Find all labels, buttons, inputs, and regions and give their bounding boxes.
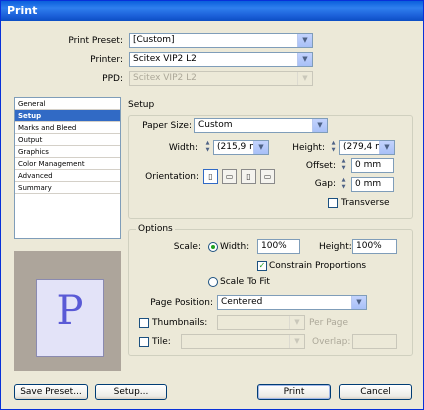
- tile-select: ▼: [181, 334, 305, 349]
- window-title: Print: [7, 4, 38, 17]
- scale-width-input[interactable]: 100%: [257, 239, 300, 254]
- portrait-icon[interactable]: ▯: [203, 169, 218, 184]
- ppd-label: PPD:: [102, 74, 123, 84]
- sidebar-item-advanced[interactable]: Advanced: [15, 170, 120, 182]
- reverse-landscape-icon[interactable]: ▭: [260, 169, 275, 184]
- offset-label: Offset:: [305, 161, 336, 171]
- orientation-label: Orientation:: [145, 172, 199, 182]
- sidebar-item-setup[interactable]: Setup: [15, 110, 120, 122]
- save-preset-button[interactable]: Save Preset...: [14, 384, 88, 400]
- ppd-select: Scitex VIP2 L2 ▼: [129, 71, 313, 86]
- page-position-select[interactable]: Centered ▼: [217, 295, 367, 310]
- chevron-down-icon: ▼: [297, 72, 312, 85]
- per-page-label: Per Page: [309, 318, 348, 328]
- thumbnails-checkbox[interactable]: [139, 318, 149, 328]
- overlap-input: [352, 334, 397, 349]
- gap-label: Gap:: [314, 179, 336, 189]
- constrain-proportions-label: Constrain Proportions: [269, 261, 367, 271]
- chevron-down-icon: ▼: [289, 316, 304, 329]
- reverse-portrait-icon[interactable]: ▯: [241, 169, 256, 184]
- height-label: Height:: [292, 143, 325, 153]
- width-stepper[interactable]: ▲ ▼: [203, 140, 212, 155]
- scale-label: Scale:: [173, 242, 201, 252]
- page-preview: P: [14, 251, 121, 371]
- preview-glyph: P: [56, 288, 84, 334]
- scale-width-radio[interactable]: [208, 242, 218, 252]
- paper-size-label: Paper Size:: [142, 121, 192, 131]
- cancel-button[interactable]: Cancel: [339, 384, 412, 400]
- constrain-proportions-checkbox[interactable]: ✓: [257, 261, 267, 271]
- print-button[interactable]: Print: [257, 384, 331, 400]
- chevron-down-icon: ▼: [351, 296, 366, 309]
- paper-size-select[interactable]: Custom ▼: [194, 118, 328, 133]
- page-position-label: Page Position:: [150, 298, 213, 308]
- tile-checkbox[interactable]: [139, 337, 149, 347]
- sidebar-item-output[interactable]: Output: [15, 134, 120, 146]
- width-label: Width:: [168, 143, 198, 153]
- chevron-down-icon: ▼: [297, 53, 312, 66]
- offset-stepper[interactable]: ▲ ▼: [339, 158, 348, 173]
- chevron-down-icon: ▼: [312, 119, 327, 132]
- width-select[interactable]: (215,9 m ▼: [213, 140, 269, 155]
- print-preset-label: Print Preset:: [68, 36, 123, 46]
- scale-height-input[interactable]: 100%: [352, 239, 397, 254]
- sidebar-item-general[interactable]: General: [15, 98, 120, 110]
- chevron-down-icon: ▼: [297, 34, 312, 47]
- scale-width-label: Width:: [220, 242, 250, 252]
- chevron-down-icon: ▼: [379, 141, 394, 154]
- overlap-label: Overlap:: [312, 337, 351, 347]
- options-legend: Options: [136, 223, 175, 235]
- thumbnails-label: Thumbnails:: [152, 318, 208, 328]
- gap-stepper[interactable]: ▲ ▼: [339, 177, 348, 192]
- setup-button[interactable]: Setup...: [95, 384, 167, 400]
- scale-to-fit-label: Scale To Fit: [220, 277, 270, 287]
- print-preset-select[interactable]: [Custom] ▼: [129, 33, 313, 48]
- chevron-down-icon: ▼: [289, 335, 304, 348]
- setup-heading: Setup: [128, 100, 155, 110]
- category-list: General Setup Marks and Bleed Output Gra…: [14, 97, 121, 239]
- transverse-label: Transverse: [341, 198, 390, 208]
- height-stepper[interactable]: ▲ ▼: [329, 140, 338, 155]
- sidebar-item-marks-and-bleed[interactable]: Marks and Bleed: [15, 122, 120, 134]
- gap-input[interactable]: 0 mm: [351, 177, 394, 192]
- title-bar: Print: [1, 1, 423, 21]
- height-select[interactable]: (279,4 m ▼: [339, 140, 395, 155]
- scale-height-label: Height:: [319, 242, 352, 252]
- sidebar-item-graphics[interactable]: Graphics: [15, 146, 120, 158]
- scale-to-fit-radio[interactable]: [208, 277, 218, 287]
- print-dialog: Print Print Preset: [Custom] ▼ Printer: S…: [0, 0, 424, 410]
- thumbnails-select: ▼: [217, 315, 305, 330]
- tile-label: Tile:: [152, 337, 171, 347]
- landscape-icon[interactable]: ▭: [222, 169, 237, 184]
- sidebar-item-summary[interactable]: Summary: [15, 182, 120, 194]
- transverse-checkbox[interactable]: [328, 198, 338, 208]
- sidebar-item-color-management[interactable]: Color Management: [15, 158, 120, 170]
- printer-label: Printer:: [90, 55, 123, 65]
- chevron-down-icon: ▼: [253, 141, 268, 154]
- printer-select[interactable]: Scitex VIP2 L2 ▼: [129, 52, 313, 67]
- paper-thumbnail: P: [36, 279, 104, 357]
- offset-input[interactable]: 0 mm: [351, 158, 394, 173]
